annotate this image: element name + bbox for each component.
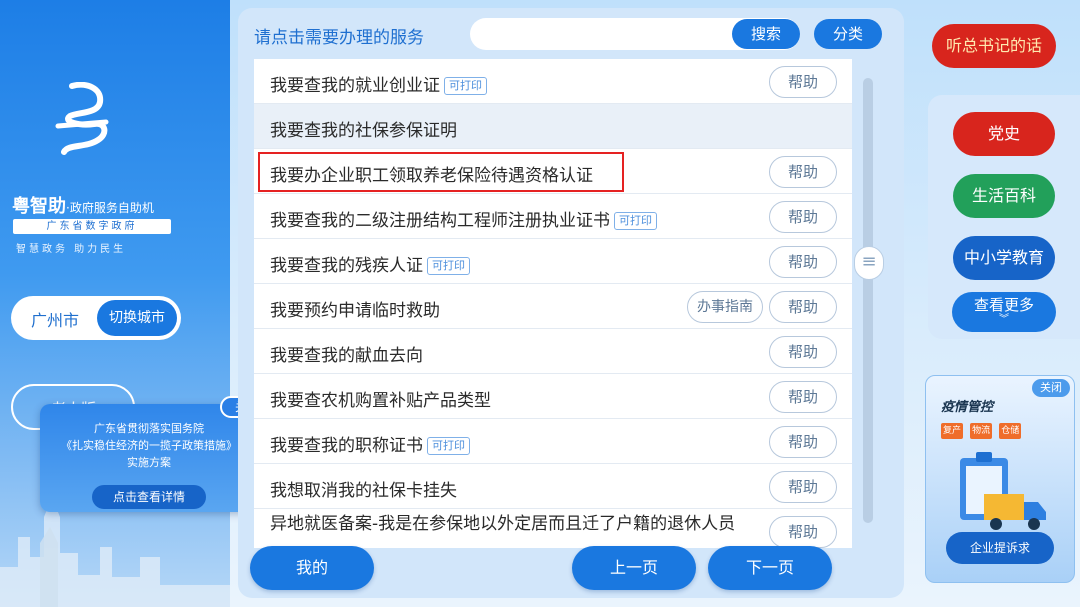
brand-title: 粤智助·政府服务自助机 xyxy=(12,192,154,218)
view-more-label: 查看更多 xyxy=(973,296,1034,314)
delivery-truck-icon xyxy=(984,494,1046,530)
list-item[interactable]: 我要查我的职称证书 可打印 帮助 xyxy=(254,419,852,464)
item-label: 我要查我的职称证书 可打印 xyxy=(270,431,470,456)
notice-line-2: 《扎实稳住经济的一揽子政策措施》 xyxy=(61,439,237,452)
view-details-button[interactable]: 点击查看详情 xyxy=(92,485,206,509)
printable-tag: 可打印 xyxy=(614,212,657,230)
printable-tag: 可打印 xyxy=(427,437,470,455)
brand-subtitle: ·政府服务自助机 xyxy=(66,201,154,215)
tag-resume-production: 复产 xyxy=(941,423,964,439)
brand-slogan: 智慧政务 助力民生 xyxy=(16,244,127,255)
printable-tag: 可打印 xyxy=(427,257,470,275)
speech-button[interactable]: 听总书记的话 xyxy=(932,24,1056,68)
tag-logistics: 物流 xyxy=(970,423,993,439)
education-button[interactable]: 中小学教育 xyxy=(953,236,1055,280)
notice-line-1: 广东省贯彻落实国务院 xyxy=(94,422,204,435)
mine-button[interactable]: 我的 xyxy=(250,546,374,590)
help-button[interactable]: 帮助 xyxy=(769,471,837,503)
help-button[interactable]: 帮助 xyxy=(769,291,837,323)
list-item[interactable]: 异地就医备案-我是在参保地以外定居而且迁了户籍的退休人员 帮助 xyxy=(254,509,852,548)
prev-page-button[interactable]: 上一页 xyxy=(572,546,696,590)
item-label: 异地就医备案-我是在参保地以外定居而且迁了户籍的退休人员 xyxy=(270,514,736,534)
yue-logo-icon xyxy=(55,82,109,155)
item-label: 我要预约申请临时救助 xyxy=(270,301,440,321)
epidemic-control-card[interactable]: 关闭 疫情管控 复产 物流 仓储 企业提诉求 xyxy=(925,375,1075,583)
submit-request-button[interactable]: 企业提诉求 xyxy=(946,532,1054,564)
view-more-button[interactable]: 查看更多 ︾ xyxy=(952,292,1056,332)
list-item[interactable]: 我想取消我的社保卡挂失 帮助 xyxy=(254,464,852,509)
brand-organization: 广东省数字政府 xyxy=(13,219,171,234)
list-item[interactable]: 我要预约申请临时救助 办事指南 帮助 xyxy=(254,284,852,329)
help-button[interactable]: 帮助 xyxy=(769,426,837,458)
list-item[interactable]: 我要办企业职工领取养老保险待遇资格认证 帮助 xyxy=(254,149,852,194)
printable-tag: 可打印 xyxy=(444,77,487,95)
scrollbar-track[interactable] xyxy=(863,78,873,523)
item-label: 我想取消我的社保卡挂失 xyxy=(270,481,457,501)
item-label: 我要查我的就业创业证 可打印 xyxy=(270,71,487,96)
epidemic-tags: 复产 物流 仓储 xyxy=(941,418,1023,439)
category-button[interactable]: 分类 xyxy=(814,19,882,49)
current-city: 广州市 xyxy=(31,311,80,330)
policy-notice-popup[interactable]: 广东省贯彻落实国务院 《扎实稳住经济的一揽子政策措施》 实施方案 点击查看详情 xyxy=(40,404,258,512)
list-item[interactable]: 我要查农机购置补贴产品类型 帮助 xyxy=(254,374,852,419)
list-item[interactable]: 我要查我的就业创业证 可打印 帮助 xyxy=(254,59,852,104)
notice-text: 广东省贯彻落实国务院 《扎实稳住经济的一揽子政策措施》 实施方案 xyxy=(40,420,258,471)
switch-city-button[interactable]: 切换城市 xyxy=(97,300,177,336)
item-label: 我要查我的献血去向 xyxy=(270,346,423,366)
search-button[interactable]: 搜索 xyxy=(732,19,800,49)
service-guide-button[interactable]: 办事指南 xyxy=(687,291,763,323)
list-item[interactable]: 我要查我的社保参保证明 xyxy=(254,104,852,149)
page-title: 请点击需要办理的服务 xyxy=(254,28,424,48)
service-panel: 请点击需要办理的服务 搜索 分类 我要查我的就业创业证 可打印 帮助 我要查我的社… xyxy=(238,8,904,598)
scroll-handle-icon[interactable]: ≡ xyxy=(854,246,884,280)
next-page-button[interactable]: 下一页 xyxy=(708,546,832,590)
service-list: 我要查我的就业创业证 可打印 帮助 我要查我的社保参保证明 我要办企业职工领取养老… xyxy=(254,59,852,548)
help-button[interactable]: 帮助 xyxy=(769,336,837,368)
notice-line-3: 实施方案 xyxy=(127,456,171,469)
help-button[interactable]: 帮助 xyxy=(769,516,837,548)
epidemic-title: 疫情管控 xyxy=(941,400,994,415)
brand-name: 粤智助 xyxy=(12,196,66,217)
help-button[interactable]: 帮助 xyxy=(769,66,837,98)
list-item[interactable]: 我要查我的献血去向 帮助 xyxy=(254,329,852,374)
item-label: 我要查农机购置补贴产品类型 xyxy=(270,391,491,411)
left-branding-panel: 粤智助·政府服务自助机 广东省数字政府 智慧政务 助力民生 广州市 切换城市 老… xyxy=(0,0,230,607)
help-button[interactable]: 帮助 xyxy=(769,156,837,188)
tag-warehousing: 仓储 xyxy=(999,423,1022,439)
item-label: 我要办企业职工领取养老保险待遇资格认证 xyxy=(270,166,593,186)
help-button[interactable]: 帮助 xyxy=(769,381,837,413)
life-encyclopedia-button[interactable]: 生活百科 xyxy=(953,174,1055,218)
help-button[interactable]: 帮助 xyxy=(769,201,837,233)
item-label: 我要查我的社保参保证明 xyxy=(270,121,457,141)
item-label: 我要查我的二级注册结构工程师注册执业证书 可打印 xyxy=(270,206,657,231)
chevron-down-icon: ︾ xyxy=(999,314,1009,325)
help-button[interactable]: 帮助 xyxy=(769,246,837,278)
epidemic-close-button[interactable]: 关闭 xyxy=(1032,379,1070,397)
list-item[interactable]: 我要查我的残疾人证 可打印 帮助 xyxy=(254,239,852,284)
city-selector: 广州市 切换城市 xyxy=(11,296,181,340)
list-item[interactable]: 我要查我的二级注册结构工程师注册执业证书 可打印 帮助 xyxy=(254,194,852,239)
item-label: 我要查我的残疾人证 可打印 xyxy=(270,251,470,276)
party-history-button[interactable]: 党史 xyxy=(953,112,1055,156)
